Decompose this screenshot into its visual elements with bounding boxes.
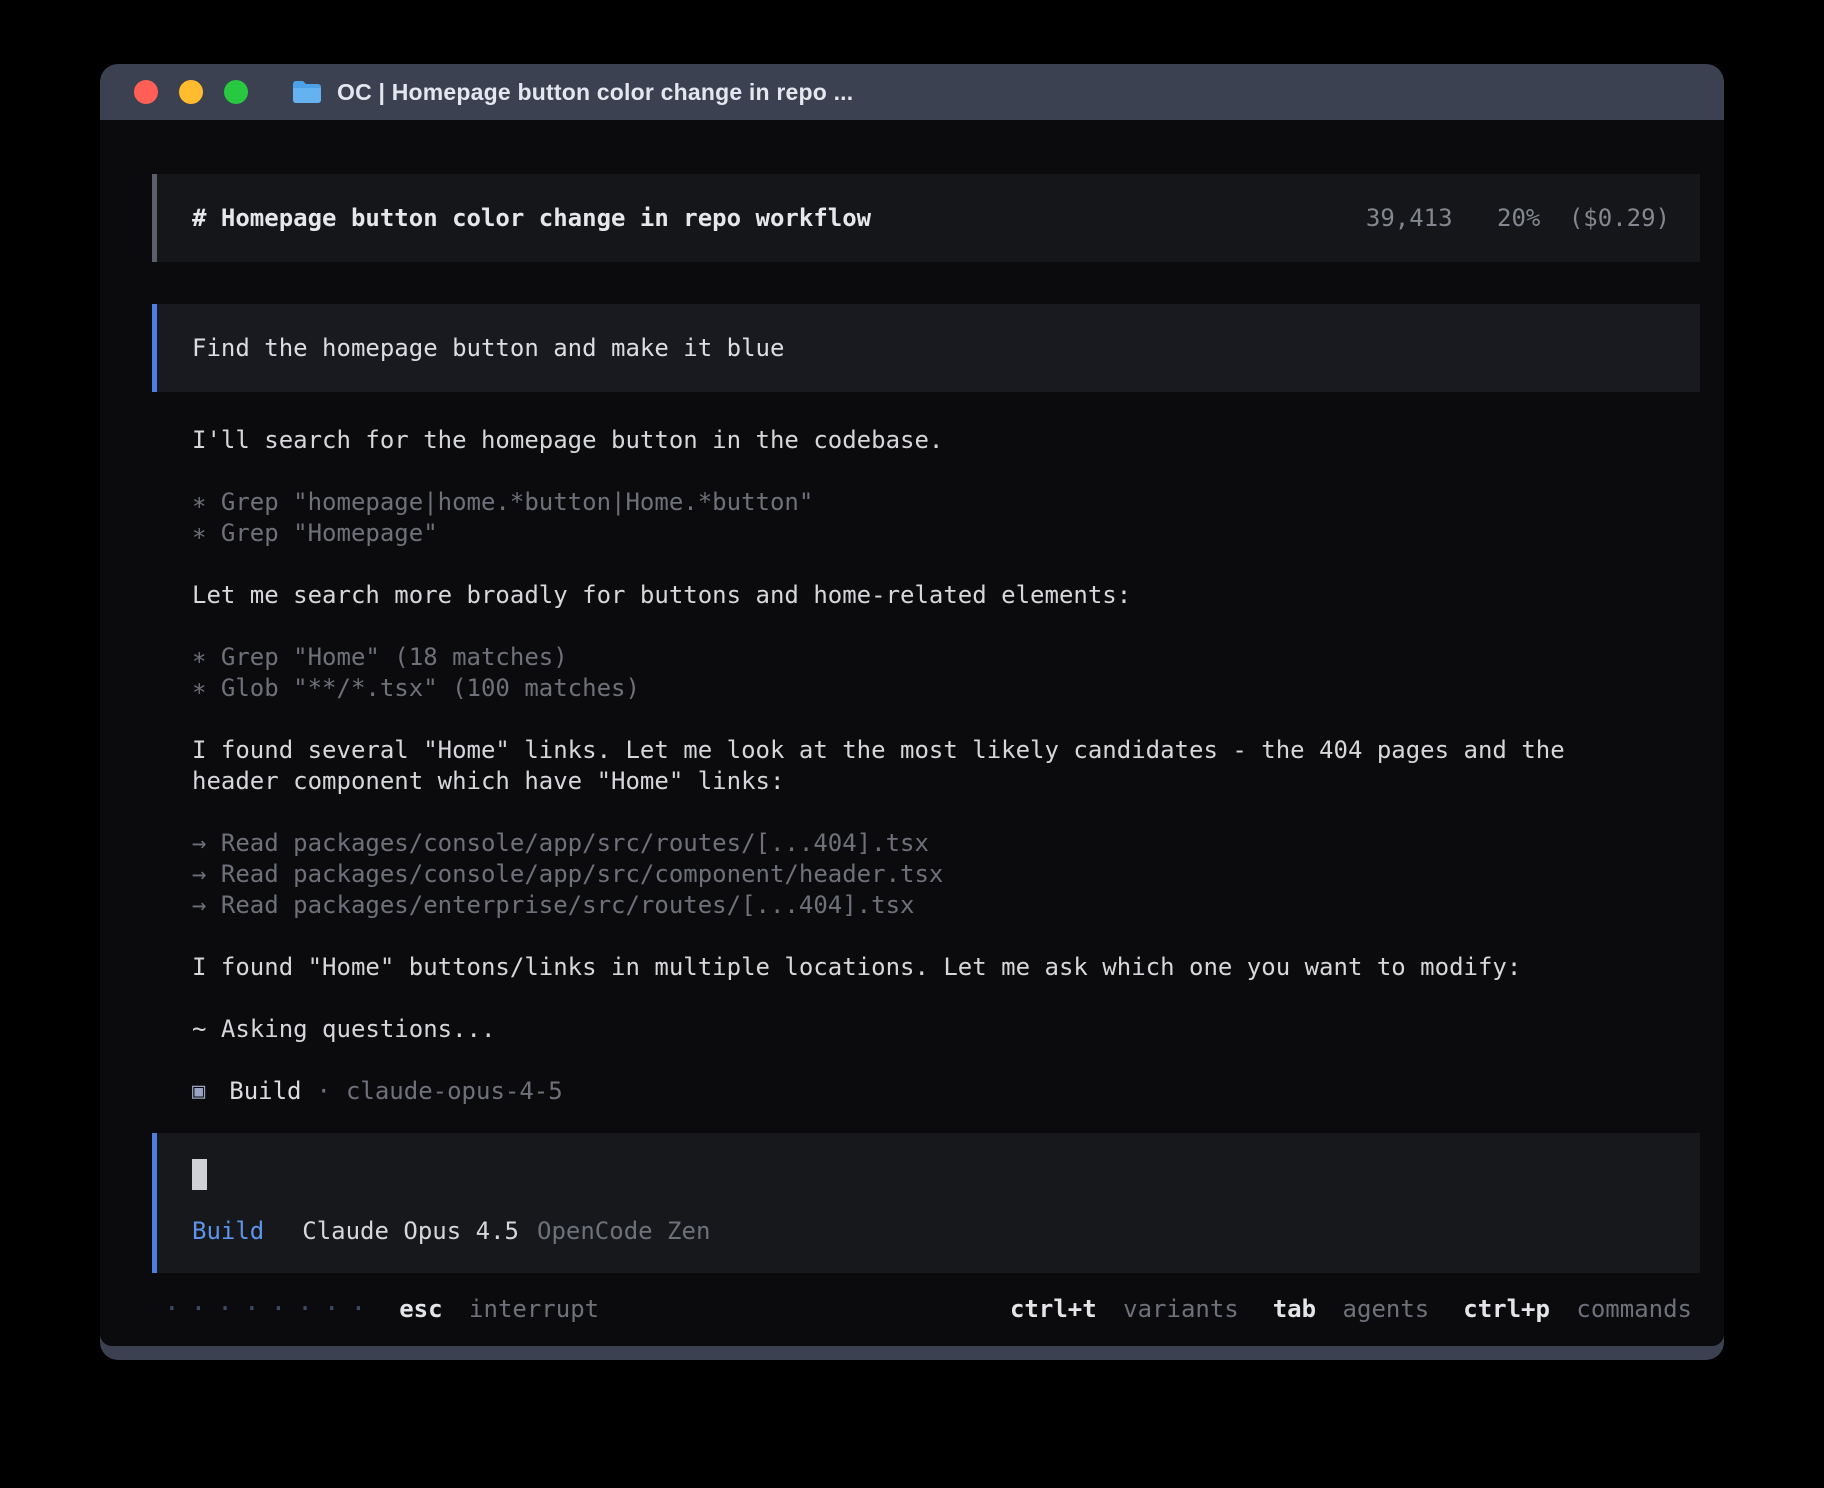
transcript: I'll search for the homepage button in t… (152, 425, 1700, 1107)
input-provider-name: OpenCode Zen (537, 1216, 710, 1247)
assistant-text: I'll search for the homepage button in t… (192, 425, 1700, 456)
close-button[interactable] (134, 80, 158, 104)
shortcuts: ctrl+t variants tab agents ctrl+p comman… (1010, 1294, 1692, 1325)
shortcut-esc: esc interrupt (399, 1294, 599, 1325)
tool-call-read: → Read packages/console/app/src/routes/[… (192, 828, 1700, 859)
folder-icon (292, 80, 322, 104)
tool-call-grep: ∗ Grep "homepage|home.*button|Home.*butt… (192, 487, 1700, 518)
user-message: Find the homepage button and make it blu… (152, 304, 1700, 392)
tool-call-glob: ∗ Glob "**/*.tsx" (100 matches) (192, 673, 1700, 704)
build-agent-icon: ▣ (192, 1076, 205, 1107)
session-stats: 39,413 20% ($0.29) (1366, 203, 1670, 234)
tool-call-grep: ∗ Grep "Home" (18 matches) (192, 642, 1700, 673)
input-model-name: Claude Opus 4.5 (302, 1216, 519, 1247)
terminal-content: # Homepage button color change in repo w… (100, 120, 1724, 1346)
shortcut-commands: ctrl+p commands (1463, 1294, 1692, 1325)
spinner-dots: ········ (164, 1294, 377, 1325)
tool-call-group: ∗ Grep "Home" (18 matches) ∗ Glob "**/*.… (192, 642, 1700, 704)
window-title: OC | Homepage button color change in rep… (337, 79, 853, 106)
input-cursor (192, 1159, 207, 1190)
input-agent-badge: Build (192, 1216, 264, 1247)
terminal-window: OC | Homepage button color change in rep… (100, 64, 1724, 1360)
assistant-text: I found "Home" buttons/links in multiple… (192, 952, 1700, 983)
context-percent: 20% (1497, 204, 1540, 232)
status-left: ········ esc interrupt (164, 1294, 599, 1325)
minimize-button[interactable] (179, 80, 203, 104)
tool-call-read: → Read packages/enterprise/src/routes/[.… (192, 890, 1700, 921)
session-title: # Homepage button color change in repo w… (192, 203, 871, 234)
tool-call-group: → Read packages/console/app/src/routes/[… (192, 828, 1700, 921)
traffic-lights (134, 80, 248, 104)
zoom-button[interactable] (224, 80, 248, 104)
session-header: # Homepage button color change in repo w… (152, 174, 1700, 262)
esc-key: esc (399, 1295, 442, 1323)
token-count: 39,413 (1366, 204, 1453, 232)
agent-separator: · (317, 1076, 331, 1107)
esc-label: interrupt (469, 1295, 599, 1323)
status-bar: ········ esc interrupt ctrl+t variants t… (152, 1289, 1700, 1329)
session-cost: ($0.29) (1569, 204, 1670, 232)
user-message-text: Find the homepage button and make it blu… (192, 333, 784, 364)
tool-call-read: → Read packages/console/app/src/componen… (192, 859, 1700, 890)
agent-model: claude-opus-4-5 (346, 1076, 563, 1107)
shortcut-variants: ctrl+t variants (1010, 1294, 1239, 1325)
agent-name: Build (229, 1076, 301, 1107)
agent-status-line: ▣ Build · claude-opus-4-5 (192, 1076, 1700, 1107)
assistant-text: Let me search more broadly for buttons a… (192, 580, 1700, 611)
tool-call-group: ∗ Grep "homepage|home.*button|Home.*butt… (192, 487, 1700, 549)
tool-call-grep: ∗ Grep "Homepage" (192, 518, 1700, 549)
assistant-text: I found several "Home" links. Let me loo… (192, 735, 1700, 797)
titlebar[interactable]: OC | Homepage button color change in rep… (100, 64, 1724, 120)
status-asking-questions: ~ Asking questions... (192, 1014, 1700, 1045)
input-meta: Build Claude Opus 4.5 OpenCode Zen (192, 1216, 1665, 1247)
shortcut-agents: tab agents (1273, 1294, 1430, 1325)
prompt-input[interactable]: Build Claude Opus 4.5 OpenCode Zen (152, 1133, 1700, 1273)
